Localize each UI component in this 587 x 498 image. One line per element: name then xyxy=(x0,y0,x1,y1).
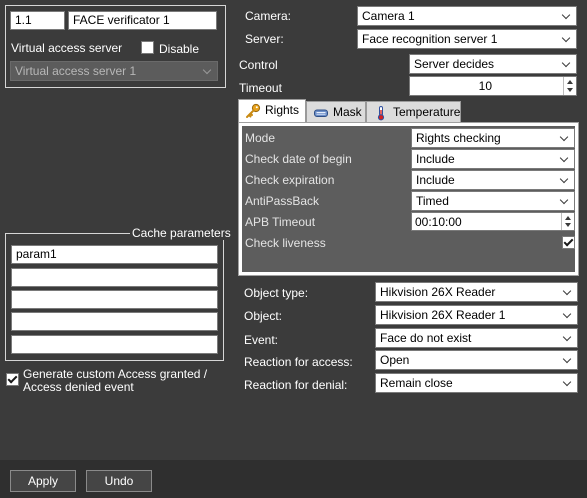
cache-param-field[interactable] xyxy=(11,290,218,309)
cache-parameters-title: Cache parameters xyxy=(130,226,233,240)
object-type-label: Object type: xyxy=(244,286,309,300)
event-label: Event: xyxy=(244,333,279,347)
generate-custom-event-label-line2: Access denied event xyxy=(23,380,134,394)
rights-tab-panel: Mode Rights checking Check date of begin… xyxy=(238,122,579,276)
apb-timeout-label: APB Timeout xyxy=(245,215,316,229)
check-expiration-label: Check expiration xyxy=(245,173,335,187)
disable-label: Disable xyxy=(159,42,200,56)
apply-button[interactable]: Apply xyxy=(10,470,76,492)
antipassback-label: AntiPassBack xyxy=(245,194,320,208)
check-expiration-value: Include xyxy=(416,173,455,187)
tab-temperature[interactable]: Temperature xyxy=(366,101,461,123)
virtual-access-server-label: Virtual access server xyxy=(11,41,123,55)
chevron-down-icon xyxy=(559,195,569,205)
rights-property-grid: Mode Rights checking Check date of begin… xyxy=(242,126,575,272)
checkmark-icon xyxy=(7,373,18,384)
cache-param-field[interactable] xyxy=(11,268,218,287)
spin-up-icon[interactable] xyxy=(565,216,571,220)
event-value: Face do not exist xyxy=(380,331,472,345)
apb-timeout-value: 00:10:00 xyxy=(415,215,462,229)
chevron-down-icon xyxy=(559,174,569,184)
tab-rights-label: Rights xyxy=(265,103,300,117)
event-select[interactable]: Face do not exist xyxy=(375,328,578,348)
spin-down-icon[interactable] xyxy=(565,223,571,227)
apb-timeout-spinbox[interactable]: 00:10:00 xyxy=(411,212,575,231)
antipassback-value: Timed xyxy=(416,194,449,208)
check-expiration-select[interactable]: Include xyxy=(411,170,575,190)
check-liveness-checkbox[interactable] xyxy=(562,236,575,249)
check-date-of-begin-select[interactable]: Include xyxy=(411,149,575,169)
checkmark-icon xyxy=(563,236,574,247)
timeout-spinbox[interactable]: 10 xyxy=(409,76,577,96)
spin-buttons[interactable] xyxy=(563,77,576,95)
spin-buttons[interactable] xyxy=(561,213,574,230)
check-liveness-label: Check liveness xyxy=(245,236,326,250)
chevron-down-icon xyxy=(562,354,572,364)
object-select[interactable]: Hikvision 26X Reader 1 xyxy=(375,305,578,325)
spin-down-icon[interactable] xyxy=(567,88,573,92)
camera-value: Camera 1 xyxy=(362,9,415,23)
cache-param-field[interactable] xyxy=(11,335,218,354)
control-label: Control xyxy=(239,58,278,72)
server-value: Face recognition server 1 xyxy=(362,32,498,46)
chevron-down-icon xyxy=(561,33,571,43)
thermometer-icon xyxy=(377,106,385,121)
chevron-down-icon xyxy=(561,10,571,20)
timeout-value: 10 xyxy=(478,79,492,93)
control-value: Server decides xyxy=(414,57,495,71)
chevron-down-icon xyxy=(562,286,572,296)
object-id-field[interactable]: 1.1 xyxy=(10,11,65,30)
key-icon xyxy=(246,103,261,118)
object-type-select[interactable]: Hikvision 26X Reader xyxy=(375,282,578,302)
control-select[interactable]: Server decides xyxy=(409,54,577,74)
tab-mask[interactable]: Mask xyxy=(306,101,366,123)
object-type-value: Hikvision 26X Reader xyxy=(380,285,496,299)
mask-icon xyxy=(314,109,328,117)
generate-custom-event-checkbox[interactable] xyxy=(6,373,19,386)
cache-param-field[interactable]: param1 xyxy=(11,245,218,264)
tab-rights[interactable]: Rights xyxy=(238,99,306,123)
camera-label: Camera: xyxy=(245,9,292,23)
mode-select[interactable]: Rights checking xyxy=(411,128,575,148)
timeout-label: Timeout xyxy=(239,81,282,95)
reaction-for-access-select[interactable]: Open xyxy=(375,350,578,370)
undo-button[interactable]: Undo xyxy=(86,470,152,492)
chevron-down-icon xyxy=(561,58,571,68)
chevron-down-icon xyxy=(559,153,569,163)
reaction-for-denial-label: Reaction for denial: xyxy=(244,378,348,392)
generate-custom-event-label: Generate custom Access granted / xyxy=(23,367,208,381)
chevron-down-icon xyxy=(562,377,572,387)
server-select[interactable]: Face recognition server 1 xyxy=(357,29,577,49)
chevron-down-icon xyxy=(562,309,572,319)
antipassback-select[interactable]: Timed xyxy=(411,191,575,211)
check-date-of-begin-label: Check date of begin xyxy=(245,152,352,166)
object-value: Hikvision 26X Reader 1 xyxy=(380,308,506,322)
mode-label: Mode xyxy=(245,131,276,145)
reaction-for-denial-value: Remain close xyxy=(380,376,453,390)
object-label: Object: xyxy=(244,309,283,323)
reaction-for-access-value: Open xyxy=(380,353,410,367)
chevron-down-icon xyxy=(562,332,572,342)
tab-mask-label: Mask xyxy=(333,105,362,119)
virtual-access-server-value: Virtual access server 1 xyxy=(15,64,137,78)
camera-select[interactable]: Camera 1 xyxy=(357,6,577,26)
chevron-down-icon xyxy=(202,65,212,75)
check-date-of-begin-value: Include xyxy=(416,152,455,166)
spin-up-icon[interactable] xyxy=(567,80,573,84)
server-label: Server: xyxy=(245,32,284,46)
mode-value: Rights checking xyxy=(416,131,501,145)
chevron-down-icon xyxy=(559,132,569,142)
disable-checkbox[interactable] xyxy=(141,41,154,54)
object-name-field[interactable]: FACE verificator 1 xyxy=(68,11,217,30)
cache-param-field[interactable] xyxy=(11,312,218,331)
virtual-access-server-select: Virtual access server 1 xyxy=(10,61,218,81)
reaction-for-access-label: Reaction for access: xyxy=(244,355,353,369)
tab-strip: Rights Mask Temperature xyxy=(238,99,578,123)
tab-temperature-label: Temperature xyxy=(393,105,461,119)
reaction-for-denial-select[interactable]: Remain close xyxy=(375,373,578,393)
